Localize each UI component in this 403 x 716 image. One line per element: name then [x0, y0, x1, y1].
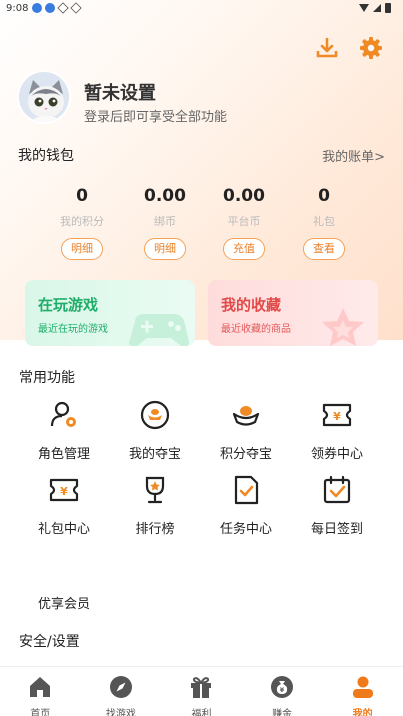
signal-icon	[373, 4, 381, 12]
compass-icon	[109, 676, 132, 698]
wifi-icon	[359, 4, 369, 12]
nav-earn-gold[interactable]: ¥ 赚金	[242, 667, 323, 716]
vip-membership-item[interactable]: 优享会员	[38, 593, 90, 612]
feature-task-center[interactable]: 任务中心	[201, 475, 291, 537]
feature-ranking[interactable]: 排行榜	[110, 475, 200, 537]
home-icon	[30, 677, 51, 697]
wallet-label: 平台币	[227, 215, 261, 228]
feature-points-treasure[interactable]: 积分夺宝	[201, 400, 291, 462]
feature-label: 领券中心	[310, 447, 363, 462]
nav-find-games[interactable]: 找游戏	[81, 667, 162, 716]
feature-label: 积分夺宝	[219, 447, 272, 462]
feature-label: 每日签到	[310, 522, 363, 537]
gift-coupon-icon: ¥	[49, 478, 79, 502]
security-settings-title: 安全/设置	[19, 634, 80, 650]
wallet-bound-coin: 0.00 绑币 明细	[120, 186, 210, 260]
gold-ingot-icon	[232, 406, 260, 426]
wallet-value: 0	[76, 186, 88, 206]
wallet-title: 我的钱包	[18, 148, 74, 164]
features-title: 常用功能	[19, 370, 75, 386]
nav-label: 首页	[30, 709, 51, 716]
wallet-platform-coin: 0.00 平台币 充值	[199, 186, 289, 260]
svg-text:¥: ¥	[333, 410, 341, 423]
task-icon	[234, 475, 259, 505]
card-subtitle: 最近在玩的游戏	[38, 324, 108, 335]
user-icon	[352, 676, 373, 698]
feature-label: 任务中心	[219, 522, 272, 537]
user-gear-icon	[50, 401, 76, 427]
nav-welfare[interactable]: 福利	[161, 667, 242, 716]
battery-icon	[385, 3, 391, 13]
feature-daily-checkin[interactable]: 每日签到	[292, 475, 382, 537]
download-icon[interactable]	[315, 36, 339, 60]
status-bar: 9:08	[0, 0, 403, 18]
playing-games-card[interactable]: 在玩游戏 最近在玩的游戏	[25, 280, 195, 346]
nav-mine[interactable]: 我的	[322, 667, 403, 716]
view-gift-button[interactable]: 查看	[303, 238, 345, 260]
feature-label: 角色管理	[37, 447, 90, 462]
cube-notification-icon	[57, 2, 69, 14]
star-icon	[322, 308, 364, 346]
trophy-icon	[145, 476, 165, 504]
feature-gift-center[interactable]: ¥ 礼包中心	[19, 475, 109, 537]
feature-label: 礼包中心	[37, 522, 90, 537]
nav-label: 找游戏	[105, 709, 136, 716]
card-title: 在玩游戏	[38, 296, 99, 314]
wallet-points: 0 我的积分 明细	[37, 186, 127, 260]
feature-my-treasure[interactable]: 我的夺宝	[110, 400, 200, 462]
wallet-label: 礼包	[313, 215, 335, 228]
card-subtitle: 最近收藏的商品	[221, 324, 291, 335]
profile-name[interactable]: 暂未设置	[84, 79, 156, 105]
svg-text:¥: ¥	[60, 485, 68, 498]
wallet-value: 0.00	[223, 186, 265, 206]
money-bag-icon: ¥	[271, 676, 294, 698]
wallet-value: 0	[318, 186, 330, 206]
calendar-check-icon	[323, 475, 351, 504]
nav-label: 赚金	[272, 709, 293, 716]
nav-label: 我的	[352, 709, 373, 716]
wallet-label: 绑币	[154, 215, 176, 228]
bound-coin-detail-button[interactable]: 明细	[144, 238, 186, 260]
download-notification-icon	[45, 3, 55, 13]
cube-notification-icon	[70, 2, 82, 14]
download-notification-icon	[32, 3, 42, 13]
card-title: 我的收藏	[221, 296, 282, 314]
system-icons	[359, 3, 391, 13]
recharge-button[interactable]: 充值	[223, 238, 265, 260]
points-detail-button[interactable]: 明细	[61, 238, 103, 260]
settings-gear-icon[interactable]	[359, 36, 383, 60]
gift-icon	[191, 677, 212, 698]
my-favorites-card[interactable]: 我的收藏 最近收藏的商品	[208, 280, 378, 346]
wallet-label: 我的积分	[60, 215, 104, 228]
bottom-navigation: 首页 找游戏 福利 ¥ 赚金 我的	[0, 666, 403, 716]
wallet-value: 0.00	[144, 186, 186, 206]
wallet-gift: 0 礼包 查看	[279, 186, 369, 260]
feature-label: 我的夺宝	[128, 447, 181, 462]
nav-home[interactable]: 首页	[0, 667, 81, 716]
status-time: 9:08	[6, 3, 29, 14]
notification-icons	[32, 2, 82, 14]
coupon-icon: ¥	[322, 403, 352, 427]
profile-subtitle: 登录后即可享受全部功能	[84, 110, 228, 125]
avatar[interactable]	[17, 70, 71, 124]
feature-role-management[interactable]: 角色管理	[19, 400, 109, 462]
my-bill-link[interactable]: 我的账单>	[322, 146, 385, 165]
gamepad-icon	[129, 314, 189, 346]
feature-label: 排行榜	[135, 522, 175, 537]
treasure-icon	[140, 400, 170, 430]
nav-label: 福利	[191, 709, 212, 716]
feature-coupon-center[interactable]: ¥ 领券中心	[292, 400, 382, 462]
